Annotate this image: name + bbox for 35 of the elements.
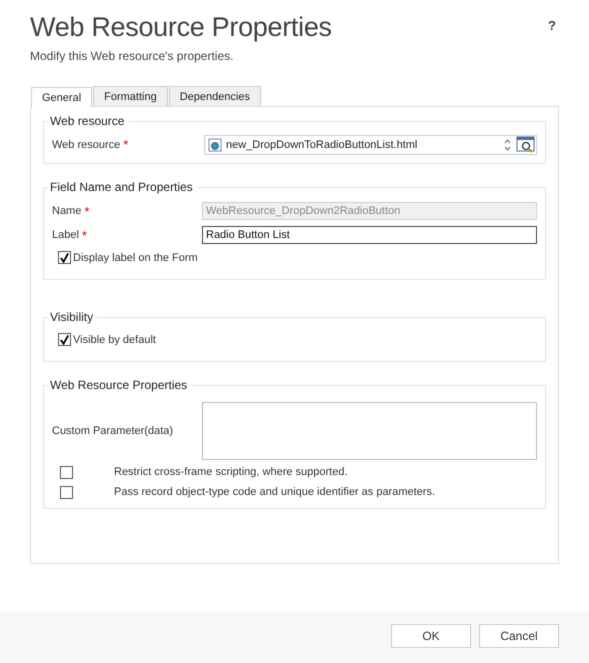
check-icon (59, 252, 70, 264)
parameter-field[interactable] (202, 402, 537, 460)
group-title: Web Resource Properties (49, 378, 188, 392)
group-title: Visibility (49, 310, 94, 324)
checkbox[interactable] (58, 251, 71, 264)
check-icon (59, 334, 70, 346)
dialog-title: Web Resource Properties (30, 12, 332, 43)
field-label: Label (52, 229, 79, 241)
field-label: Web resource (52, 138, 120, 150)
web-page-icon (208, 138, 222, 152)
required-mark: * (123, 137, 128, 152)
tab[interactable]: Formatting (93, 86, 168, 106)
required-mark: * (84, 204, 90, 218)
tab[interactable]: General (31, 87, 92, 107)
group-title: Field Name and Properties (49, 180, 194, 194)
checkbox[interactable] (58, 333, 71, 346)
option-label: Restrict cross-frame scripting, where supported. (114, 466, 348, 478)
dialog-subtitle: Modify this Web resource's properties. (30, 49, 234, 63)
lookup-field[interactable]: new_DropDownToRadioButtonList.html (204, 134, 537, 154)
checkbox-label: Display label on the Form (73, 252, 198, 264)
checkbox[interactable] (60, 486, 73, 498)
tab[interactable]: Dependencies (168, 86, 262, 106)
label-field[interactable]: Radio Button List (202, 226, 537, 244)
checkbox-label: Visible by default (73, 334, 156, 346)
lookup-icon[interactable] (516, 136, 536, 154)
help-button[interactable]: ? (548, 12, 556, 33)
required-mark: * (82, 228, 87, 242)
dialog-button[interactable]: OK (391, 624, 471, 648)
checkbox[interactable] (60, 466, 73, 478)
dialog-button[interactable]: Cancel (479, 624, 559, 648)
spinner-icon[interactable] (503, 138, 512, 152)
field-label: Custom Parameter(data) (52, 424, 174, 439)
group-title: Web resource (49, 114, 126, 128)
field-label: Name (52, 205, 82, 217)
option-label: Pass record object-type code and unique identifier as parameters. (114, 486, 436, 498)
